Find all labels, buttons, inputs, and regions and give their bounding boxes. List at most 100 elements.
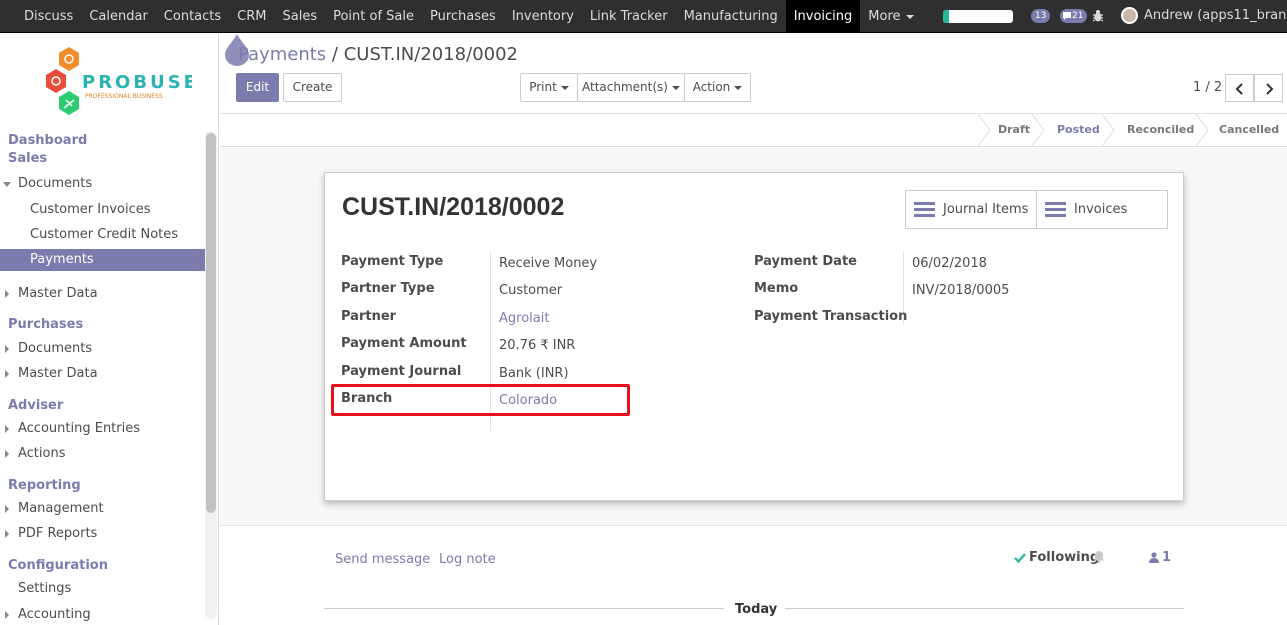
journal-items-label: Journal Items (943, 202, 1029, 217)
sidebar-item-sales-master-data[interactable]: Master Data (0, 283, 205, 305)
payment-journal-label: Payment Journal (341, 364, 462, 379)
menu-crm[interactable]: CRM (229, 0, 274, 33)
invoices-label: Invoices (1074, 202, 1128, 217)
pager-previous-button[interactable] (1225, 74, 1254, 102)
collapsed-caret-icon (5, 370, 9, 378)
payment-date-label: Payment Date (754, 254, 857, 269)
sidebar-section-adviser[interactable]: Adviser (8, 398, 63, 413)
partner-type-label: Partner Type (341, 281, 435, 296)
sidebar-item-accounting[interactable]: Accounting (0, 604, 205, 625)
onboarding-progress-bar[interactable] (943, 10, 1013, 23)
pager-value[interactable]: 1 / 2 (1193, 80, 1222, 95)
sidebar-item-label: Documents (18, 176, 93, 191)
payment-amount-value: 20.76 ₹ INR (499, 338, 576, 353)
attachments-dropdown-button[interactable]: Attachment(s) (577, 73, 685, 102)
list-icon (1045, 202, 1066, 217)
sidebar-section-reporting[interactable]: Reporting (8, 478, 81, 493)
sidebar: PROBUSE PROFESSIONAL BUSINESS Dashboard … (0, 33, 219, 625)
send-message-link[interactable]: Send message (335, 552, 430, 567)
menu-inventory[interactable]: Inventory (504, 0, 582, 33)
sidebar-item-label: Master Data (18, 366, 98, 381)
status-separator (1032, 114, 1045, 146)
sidebar-section-purchases[interactable]: Purchases (8, 317, 83, 332)
sidebar-item-sales-documents[interactable]: Documents (0, 173, 205, 195)
action-label: Action (692, 80, 731, 94)
sidebar-item-customer-credit-notes[interactable]: Customer Credit Notes (0, 224, 205, 246)
menu-invoicing[interactable]: Invoicing (785, 0, 861, 33)
payment-amount-label: Payment Amount (341, 336, 467, 351)
breadcrumb-current: CUST.IN/2018/0002 (343, 44, 519, 65)
log-note-link[interactable]: Log note (439, 552, 496, 567)
caret-down-icon (734, 85, 743, 90)
sidebar-item-pdf-reports[interactable]: PDF Reports (0, 523, 205, 545)
menu-discuss[interactable]: Discuss (16, 0, 81, 33)
collapsed-caret-icon (5, 450, 9, 458)
sidebar-item-actions[interactable]: Actions (0, 443, 205, 465)
sidebar-item-payments[interactable]: Payments (0, 249, 205, 271)
invoices-button[interactable]: Invoices (1036, 190, 1168, 229)
sidebar-item-label: Actions (18, 446, 66, 461)
highlight-box (331, 384, 630, 416)
sidebar-item-settings[interactable]: Settings (0, 578, 205, 600)
debug-bug-icon[interactable] (1092, 9, 1104, 23)
breadcrumb-payments-link[interactable]: Payments (238, 44, 326, 65)
create-button[interactable]: Create (283, 73, 342, 102)
expanded-caret-icon (3, 182, 11, 187)
record-title: CUST.IN/2018/0002 (342, 193, 565, 221)
journal-items-button[interactable]: Journal Items (905, 190, 1037, 229)
menu-purchases[interactable]: Purchases (422, 0, 504, 33)
menu-sales[interactable]: Sales (274, 0, 325, 33)
following-label: Following (1029, 550, 1100, 565)
sidebar-scrollbar[interactable] (205, 131, 217, 619)
user-menu[interactable]: Andrew (apps11_branc... (1121, 7, 1287, 24)
status-cancelled[interactable]: Cancelled (1219, 114, 1279, 146)
following-button[interactable]: Following (1014, 550, 1099, 565)
loading-drop-icon (225, 34, 249, 66)
scrollbar-thumb[interactable] (206, 133, 216, 513)
memo-value: INV/2018/0005 (912, 283, 1010, 298)
status-separator (978, 114, 991, 146)
brand-subtitle: PROFESSIONAL BUSINESS (85, 93, 163, 100)
sidebar-item-accounting-entries[interactable]: Accounting Entries (0, 418, 205, 440)
menu-calendar[interactable]: Calendar (81, 0, 155, 33)
activity-badge[interactable]: 13 (1031, 9, 1051, 23)
partner-link[interactable]: Agrolait (499, 311, 549, 326)
partner-type-value: Customer (499, 283, 563, 298)
menu-contacts[interactable]: Contacts (156, 0, 229, 33)
payment-type-label: Payment Type (341, 254, 444, 269)
partner-label: Partner (341, 309, 397, 324)
payment-date-value: 06/02/2018 (912, 256, 987, 271)
status-reconciled[interactable]: Reconciled (1127, 114, 1194, 146)
menu-more[interactable]: More (860, 0, 921, 33)
messages-badge[interactable]: 21 (1060, 9, 1088, 23)
sidebar-section-configuration[interactable]: Configuration (8, 558, 108, 573)
sidebar-item-label: Management (18, 501, 104, 516)
sidebar-item-purchases-documents[interactable]: Documents (0, 338, 205, 360)
menu-manufacturing[interactable]: Manufacturing (676, 0, 786, 33)
checkmark-icon (1014, 552, 1026, 563)
date-separator-line (324, 608, 724, 609)
print-dropdown-button[interactable]: Print (520, 73, 578, 102)
sidebar-item-label: Documents (18, 341, 93, 356)
bell-icon[interactable] (1093, 550, 1105, 563)
status-posted[interactable]: Posted (1057, 114, 1100, 146)
edit-button[interactable]: Edit (236, 73, 279, 102)
menu-point-of-sale[interactable]: Point of Sale (325, 0, 422, 33)
action-dropdown-button[interactable]: Action (684, 73, 751, 102)
status-separator (1102, 114, 1115, 146)
menu-link-tracker[interactable]: Link Tracker (582, 0, 676, 33)
payment-journal-value: Bank (INR) (499, 366, 569, 381)
sidebar-item-customer-invoices[interactable]: Customer Invoices (0, 199, 205, 221)
sidebar-section-sales[interactable]: Sales (8, 151, 47, 166)
sidebar-item-label: Master Data (18, 286, 98, 301)
avatar (1121, 7, 1138, 24)
print-label: Print (529, 80, 557, 94)
progress-fill (943, 10, 949, 23)
status-draft[interactable]: Draft (998, 114, 1030, 146)
pager-next-button[interactable] (1254, 74, 1283, 102)
sidebar-item-management[interactable]: Management (0, 498, 205, 520)
sidebar-item-purchases-master-data[interactable]: Master Data (0, 363, 205, 385)
followers-button[interactable]: 1 (1149, 550, 1171, 565)
sidebar-dashboard[interactable]: Dashboard (8, 133, 87, 148)
top-navbar: Discuss Calendar Contacts CRM Sales Poin… (0, 0, 1287, 33)
